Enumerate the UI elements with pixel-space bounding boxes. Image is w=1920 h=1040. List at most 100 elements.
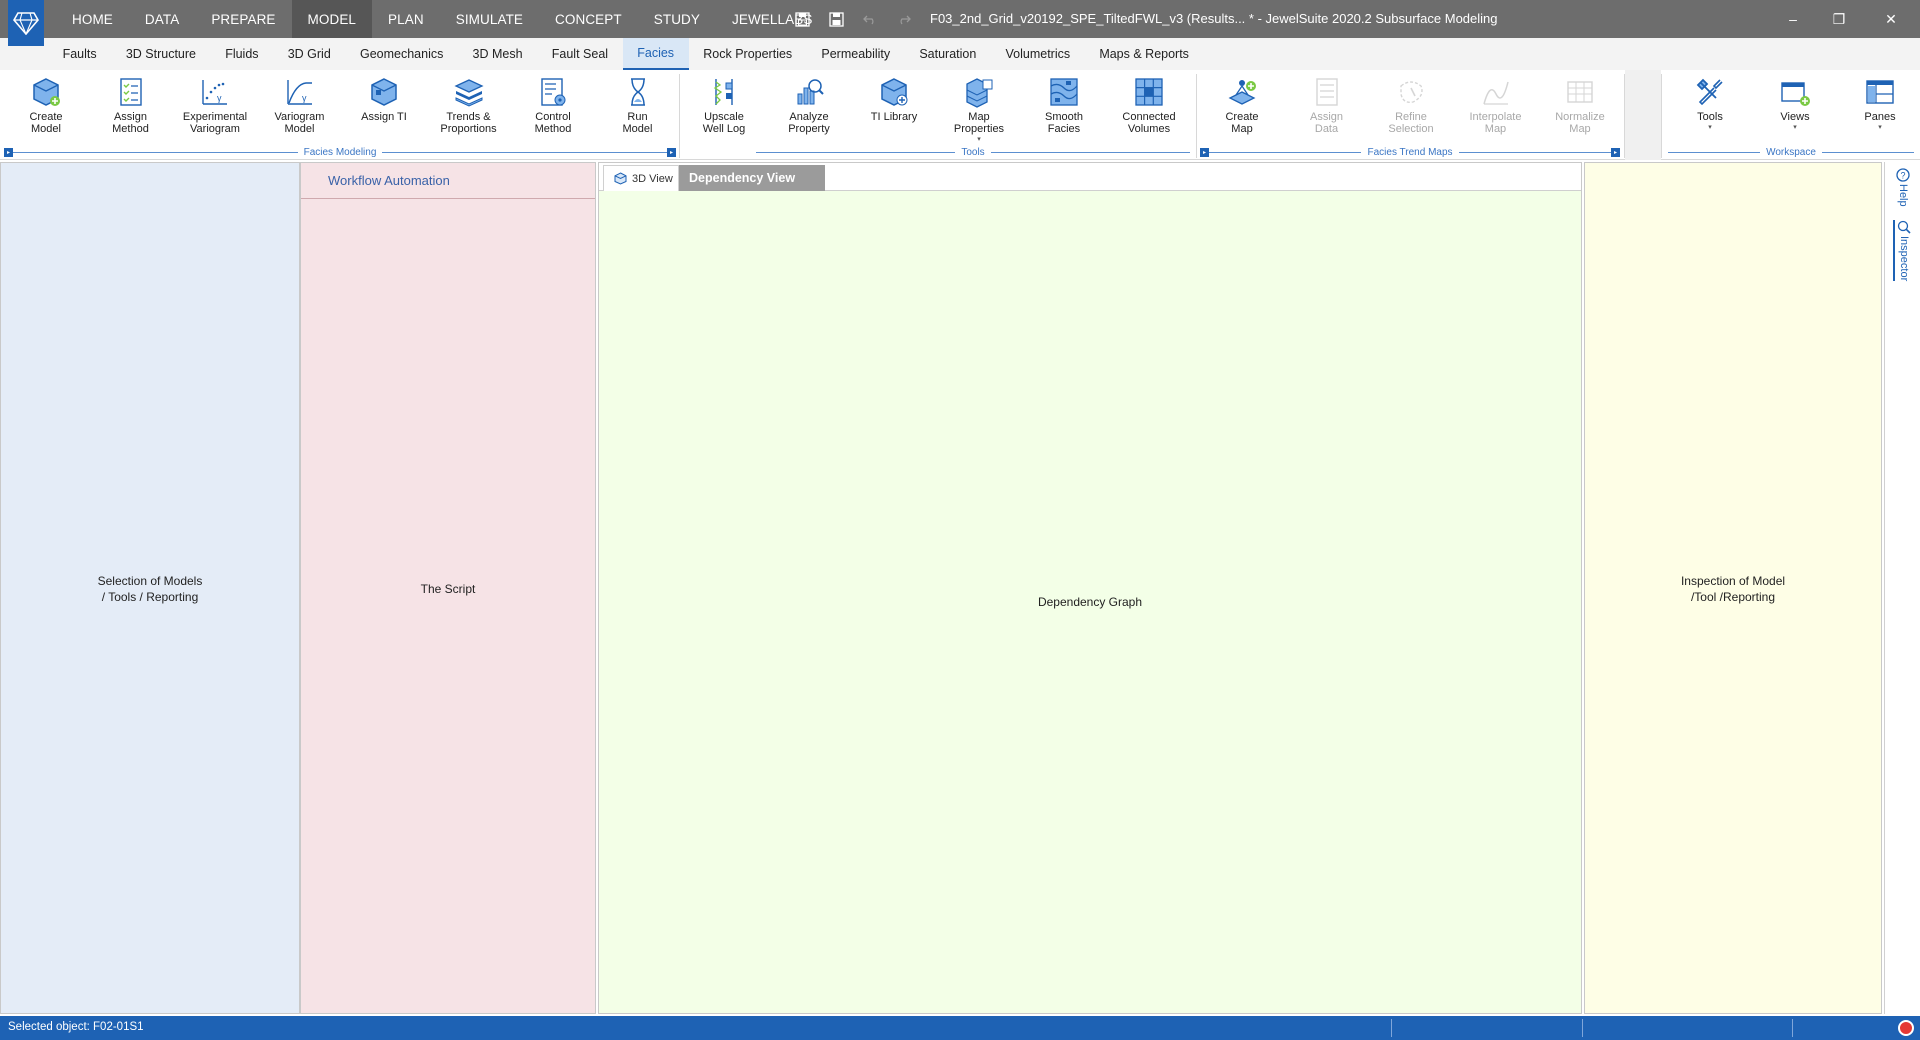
- dependency-pane[interactable]: 3D View Dependency View Dependency Graph: [598, 162, 1582, 1014]
- restore-button[interactable]: ❐: [1816, 0, 1862, 38]
- analyze-property-button[interactable]: Analyze Property: [767, 72, 851, 142]
- tools-button[interactable]: Tools ▾: [1668, 72, 1752, 142]
- refine-selection-button[interactable]: Refine Selection: [1369, 72, 1453, 142]
- variogram-model-button[interactable]: γ Variogram Model: [258, 72, 342, 142]
- save-button[interactable]: [792, 9, 812, 29]
- ribbon-button-label: Normalize Map: [1555, 111, 1605, 135]
- redo-button[interactable]: [894, 9, 914, 29]
- magnifier-icon: [1897, 220, 1911, 234]
- tab-faults[interactable]: Faults: [48, 38, 111, 70]
- menu-data[interactable]: DATA: [129, 0, 195, 38]
- control-method-button[interactable]: Control Method: [511, 72, 595, 142]
- connected-volumes-icon: [1133, 76, 1165, 108]
- create-map-icon: [1226, 76, 1258, 108]
- inspection-pane[interactable]: Inspection of Model /Tool /Reporting: [1584, 162, 1882, 1014]
- menu-simulate[interactable]: SIMULATE: [440, 0, 539, 38]
- create-map-button[interactable]: Create Map: [1200, 72, 1284, 142]
- minimize-button[interactable]: –: [1770, 0, 1816, 38]
- ribbon-button-label: Assign Data: [1309, 111, 1344, 135]
- menu-model[interactable]: MODEL: [291, 0, 373, 38]
- assign-data-button[interactable]: Assign Data: [1285, 72, 1369, 142]
- cube-icon: [614, 172, 627, 185]
- tools-icon: [1694, 76, 1726, 108]
- ribbon-button-label: Map Properties: [953, 111, 1005, 135]
- status-indicator-icon[interactable]: [1898, 1020, 1914, 1036]
- run-model-icon: [622, 76, 654, 108]
- tab-3d-view[interactable]: 3D View: [603, 165, 679, 191]
- tab-3d-view-label: 3D View: [632, 172, 673, 185]
- menu-plan[interactable]: PLAN: [372, 0, 440, 38]
- ribbon-button-label: Analyze Property: [788, 111, 830, 135]
- caption-line: [13, 151, 298, 153]
- side-tab-help[interactable]: ? Help: [1893, 168, 1913, 207]
- group-expand-icon[interactable]: ▸: [4, 147, 13, 157]
- caption-line: [756, 151, 956, 153]
- ribbon-group-caption: Tools: [756, 145, 1191, 159]
- ribbon-button-label: Assign TI: [361, 111, 407, 123]
- trends-proportions-button[interactable]: Trends & Proportions: [427, 72, 511, 142]
- create-model-icon: [30, 76, 62, 108]
- menu-prepare[interactable]: PREPARE: [195, 0, 291, 38]
- tab-maps-reports[interactable]: Maps & Reports: [1085, 38, 1204, 70]
- ribbon-button-label: Experimental Variogram: [182, 111, 248, 135]
- caption-line: [1821, 151, 1914, 153]
- tab-geomechanics[interactable]: Geomechanics: [345, 38, 458, 70]
- script-pane[interactable]: Workflow Automation The Script: [300, 162, 596, 1014]
- run-model-button[interactable]: Run Model: [596, 72, 680, 142]
- selection-pane[interactable]: Selection of Models / Tools / Reporting: [0, 162, 300, 1014]
- assign-ti-icon: [368, 76, 400, 108]
- smooth-facies-button[interactable]: Smooth Facies: [1022, 72, 1106, 142]
- assign-ti-button[interactable]: Assign TI: [342, 72, 426, 142]
- side-tab-inspector-label: Inspector: [1898, 236, 1910, 282]
- save-as-button[interactable]: [826, 9, 846, 29]
- tab-3d-structure[interactable]: 3D Structure: [111, 38, 210, 70]
- side-tab-inspector[interactable]: Inspector: [1893, 220, 1913, 282]
- quick-access-toolbar: [792, 0, 914, 38]
- tab-permeability[interactable]: Permeability: [807, 38, 905, 70]
- menu-concept[interactable]: CONCEPT: [539, 0, 638, 38]
- tab-fluids[interactable]: Fluids: [211, 38, 274, 70]
- ribbon-button-label: Panes: [1864, 111, 1896, 123]
- experimental-variogram-button[interactable]: γ Experimental Variogram: [173, 72, 257, 142]
- close-button[interactable]: ✕: [1862, 0, 1920, 38]
- title-bar: HOME DATA PREPARE MODEL PLAN SIMULATE CONCEPT S…: [0, 0, 1920, 46]
- ribbon-group-caption: ▸ Facies Modeling ▸: [4, 145, 676, 159]
- status-text: Selected object: F02-01S1: [8, 1021, 144, 1033]
- undo-button[interactable]: [860, 9, 880, 29]
- group-expand-icon[interactable]: ▸: [1611, 147, 1621, 157]
- svg-text:γ: γ: [302, 93, 307, 103]
- tab-volumetrics[interactable]: Volumetrics: [991, 38, 1085, 70]
- chevron-down-icon: ▾: [977, 136, 981, 143]
- menu-home[interactable]: HOME: [56, 0, 129, 38]
- ti-library-button[interactable]: TI Library: [852, 72, 936, 142]
- tab-fault-seal[interactable]: Fault Seal: [537, 38, 622, 70]
- panes-icon: [1864, 76, 1896, 108]
- tab-dependency-view[interactable]: Dependency View: [679, 165, 825, 191]
- tab-rock-properties[interactable]: Rock Properties: [689, 38, 807, 70]
- workflow-automation-title[interactable]: Workflow Automation: [328, 173, 450, 188]
- assign-method-button[interactable]: Assign Method: [89, 72, 173, 142]
- trends-proportions-icon: [453, 76, 485, 108]
- module-tabs: Faults 3D Structure Fluids 3D Grid Geomechan…: [48, 38, 1204, 70]
- app-logo[interactable]: [8, 0, 44, 46]
- group-expand-icon[interactable]: ▸: [1200, 147, 1209, 157]
- tab-saturation[interactable]: Saturation: [905, 38, 991, 70]
- create-model-button[interactable]: Create Model: [4, 72, 88, 142]
- ribbon-button-label: Refine Selection: [1388, 111, 1434, 135]
- upscale-well-log-button[interactable]: Upscale Well Log: [682, 72, 766, 142]
- menu-study[interactable]: STUDY: [638, 0, 716, 38]
- map-properties-button[interactable]: Map Properties ▾: [937, 72, 1021, 143]
- tab-3d-grid[interactable]: 3D Grid: [273, 38, 345, 70]
- caption-line: [382, 151, 667, 153]
- normalize-map-button[interactable]: Normalize Map: [1538, 72, 1622, 142]
- panes-button[interactable]: Panes ▾: [1838, 72, 1920, 142]
- ribbon: Create Model Assign Method γ Experimental V…: [0, 70, 1920, 160]
- group-expand-icon[interactable]: ▸: [667, 147, 676, 157]
- views-button[interactable]: Views ▾: [1753, 72, 1837, 142]
- interpolate-map-button[interactable]: Interpolate Map: [1454, 72, 1538, 142]
- connected-volumes-button[interactable]: Connected Volumes: [1107, 72, 1191, 142]
- ribbon-button-label: Create Map: [1225, 111, 1259, 135]
- tab-3d-mesh[interactable]: 3D Mesh: [458, 38, 537, 70]
- tab-facies[interactable]: Facies: [622, 38, 689, 70]
- control-method-icon: [537, 76, 569, 108]
